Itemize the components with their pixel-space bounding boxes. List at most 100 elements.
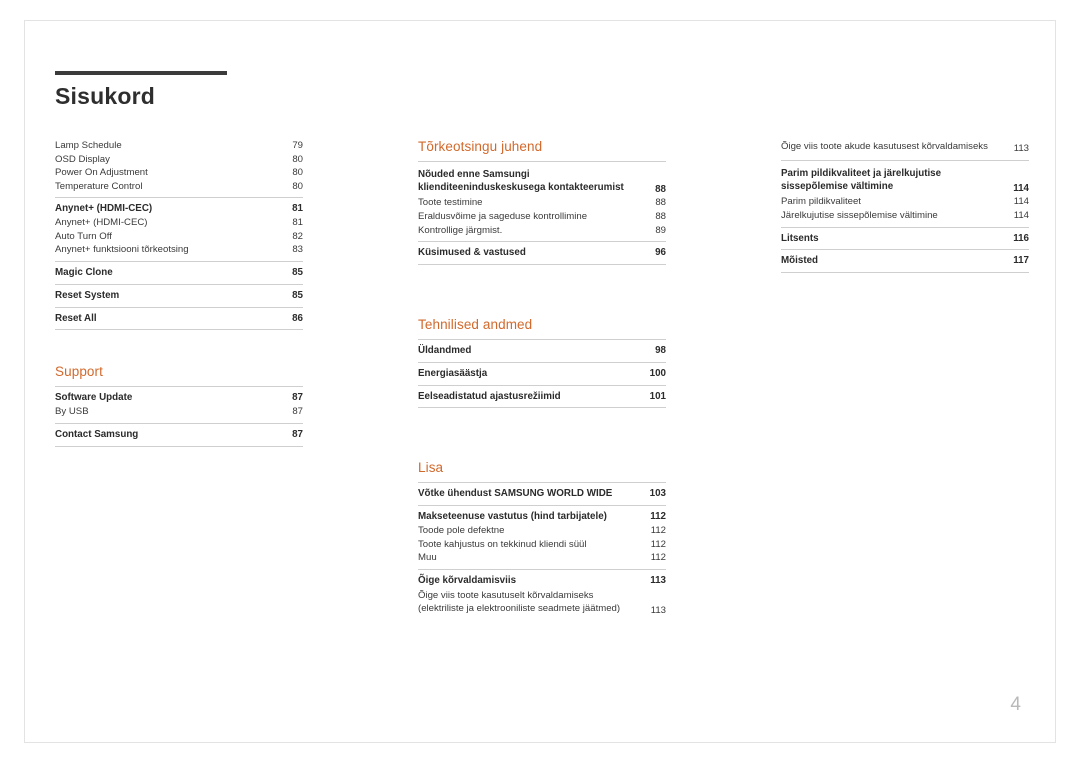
toc-entry[interactable]: Eelseadistatud ajastusrežiimid 101 — [418, 390, 666, 404]
toc-entry-page: 114 — [1013, 182, 1029, 194]
toc-entry-label: Reset All — [55, 312, 97, 324]
toc-entry[interactable]: Nõuded enne Samsungi klienditeeninduskes… — [418, 166, 666, 196]
toc-entry-page: 117 — [1013, 255, 1029, 267]
toc-entry-label: Software Update — [55, 392, 133, 404]
toc-divider — [55, 445, 303, 447]
toc-entry-page: 88 — [655, 183, 666, 195]
toc-entry-label: Energiasäästja — [418, 367, 488, 379]
toc-entry-page: 80 — [292, 180, 303, 192]
toc-entry-page: 100 — [649, 367, 666, 379]
toc-entry[interactable]: Kontrollige järgmist. 89 — [418, 224, 666, 238]
toc-entry-page: 116 — [1013, 232, 1029, 244]
toc-entry-label: Eelseadistatud ajastusrežiimid — [418, 390, 561, 402]
toc-entry-page: 114 — [1013, 196, 1029, 208]
toc-entry-label: Power On Adjustment — [55, 167, 148, 179]
toc-group-disposal: Õige kõrvaldamisviis 113 Õige viis toote… — [418, 574, 666, 618]
toc-entry[interactable]: Üldandmed 98 — [418, 344, 666, 358]
toc-entry[interactable]: Power On Adjustment 80 — [55, 166, 303, 180]
toc-entry-label: Muu — [418, 552, 437, 564]
section-heading-rule — [55, 386, 303, 388]
toc-entry[interactable]: Eraldusvõime ja sageduse kontrollimine 8… — [418, 210, 666, 224]
toc-entry-page: 87 — [292, 428, 303, 440]
toc-entry-label: Võtke ühendust SAMSUNG WORLD WIDE — [418, 488, 613, 500]
toc-entry[interactable]: Anynet+ (HDMI-CEC) 81 — [55, 202, 303, 216]
toc-entry[interactable]: Võtke ühendust SAMSUNG WORLD WIDE 103 — [418, 487, 666, 501]
toc-column-2: Tõrkeotsingu juhend Nõuded enne Samsungi… — [418, 139, 666, 617]
toc-entry-page: 96 — [655, 247, 666, 259]
toc-entry[interactable]: Toode pole defektne 112 — [418, 524, 666, 538]
toc-entry-page: 79 — [292, 140, 303, 151]
toc-divider — [418, 241, 666, 243]
toc-entry-page: 98 — [655, 345, 666, 357]
toc-entry-label: Küsimused & vastused — [418, 247, 526, 259]
section-heading-specifications: Tehnilised andmed — [418, 317, 533, 333]
toc-entry[interactable]: Auto Turn Off 82 — [55, 230, 303, 244]
section-heading-support: Support — [55, 364, 103, 380]
toc-entry-label: Nõuded enne Samsungi klienditeeninduskes… — [418, 169, 624, 194]
toc-entry-label: Eraldusvõime ja sageduse kontrollimine — [418, 211, 588, 223]
toc-divider — [55, 329, 303, 331]
toc-entry-page: 88 — [655, 197, 666, 209]
toc-entry-page: 113 — [1013, 143, 1029, 155]
toc-entry[interactable]: Toote testimine 88 — [418, 196, 666, 210]
toc-entry[interactable]: Magic Clone 85 — [55, 266, 303, 280]
toc-entry[interactable]: Õige viis toote kasutuselt kõrvaldamisek… — [418, 588, 666, 618]
toc-entry[interactable]: Reset System 85 — [55, 289, 303, 303]
toc-entry-page: 113 — [650, 604, 666, 616]
section-heading-troubleshooting: Tõrkeotsingu juhend — [418, 139, 543, 154]
toc-entry-page: 82 — [292, 230, 303, 242]
toc-divider — [418, 568, 666, 570]
toc-entry[interactable]: Litsents 116 — [781, 232, 1029, 246]
toc-entry[interactable]: Anynet+ (HDMI-CEC) 81 — [55, 216, 303, 230]
toc-entry[interactable]: Energiasäästja 100 — [418, 367, 666, 381]
toc-entry[interactable]: Makseteenuse vastutus (hind tarbijatele)… — [418, 510, 666, 524]
toc-entry-page: 83 — [292, 244, 303, 256]
toc-entry-page: 103 — [649, 488, 666, 500]
toc-entry-label: Toode pole defektne — [418, 525, 505, 536]
toc-entry-page: 112 — [650, 511, 666, 523]
toc-entry[interactable]: Parim pildikvaliteet 114 — [781, 195, 1029, 209]
toc-entry-page: 113 — [650, 574, 666, 586]
document-page: Sisukord Lamp Schedule 79 OSD Display 80… — [24, 20, 1056, 743]
toc-entry-page: 81 — [292, 203, 303, 215]
toc-entry[interactable]: Muu 112 — [418, 551, 666, 565]
toc-entry-page: 81 — [292, 217, 303, 229]
toc-divider — [418, 505, 666, 507]
toc-entry[interactable]: Software Update 87 — [55, 391, 303, 405]
section-heading-appendix: Lisa — [418, 460, 444, 476]
toc-entry-label: Anynet+ funktsiooni tõrkeotsing — [55, 244, 189, 256]
toc-entry[interactable]: Anynet+ funktsiooni tõrkeotsing 83 — [55, 243, 303, 257]
toc-divider — [55, 283, 303, 285]
toc-divider — [55, 306, 303, 308]
toc-entry-label: By USB — [55, 406, 89, 418]
toc-entry[interactable]: Reset All 86 — [55, 312, 303, 326]
toc-entry-label: Temperature Control — [55, 180, 143, 192]
toc-divider — [418, 407, 666, 409]
page-number: 4 — [1010, 694, 1021, 715]
toc-entry[interactable]: Toote kahjustus on tekkinud kliendi süül… — [418, 538, 666, 552]
toc-entry-page: 80 — [292, 167, 303, 179]
toc-entry[interactable]: OSD Display 80 — [55, 153, 303, 167]
toc-entry[interactable]: Contact Samsung 87 — [55, 428, 303, 442]
toc-entry[interactable]: Õige viis toote akude kasutusest kõrvald… — [781, 139, 1029, 156]
toc-divider — [781, 159, 1029, 161]
toc-entry[interactable]: Järelkujutise sissepõlemise vältimine 11… — [781, 209, 1029, 223]
toc-entry[interactable]: Temperature Control 80 — [55, 180, 303, 194]
toc-entry-label: Toote kahjustus on tekkinud kliendi süül — [418, 538, 587, 550]
toc-group-anynet: Anynet+ (HDMI-CEC) 81 Anynet+ (HDMI-CEC)… — [55, 202, 303, 257]
toc-divider — [781, 272, 1029, 274]
toc-entry-label: Auto Turn Off — [55, 230, 112, 242]
toc-entry-label: Parim pildikvaliteet — [781, 196, 861, 208]
toc-entry[interactable]: By USB 87 — [55, 405, 303, 419]
toc-entry-label: Lamp Schedule — [55, 140, 122, 151]
toc-entry[interactable]: Õige kõrvaldamisviis 113 — [418, 574, 666, 588]
toc-entry-label: Toote testimine — [418, 197, 483, 209]
toc-entry[interactable]: Lamp Schedule 79 — [55, 139, 303, 153]
toc-entry[interactable]: Küsimused & vastused 96 — [418, 246, 666, 260]
toc-entry-page: 112 — [650, 552, 666, 564]
toc-entry[interactable]: Mõisted 117 — [781, 254, 1029, 268]
toc-entry[interactable]: Parim pildikvaliteet ja järelkujutise si… — [781, 165, 1029, 195]
toc-column-3: Õige viis toote akude kasutusest kõrvald… — [781, 139, 1029, 277]
